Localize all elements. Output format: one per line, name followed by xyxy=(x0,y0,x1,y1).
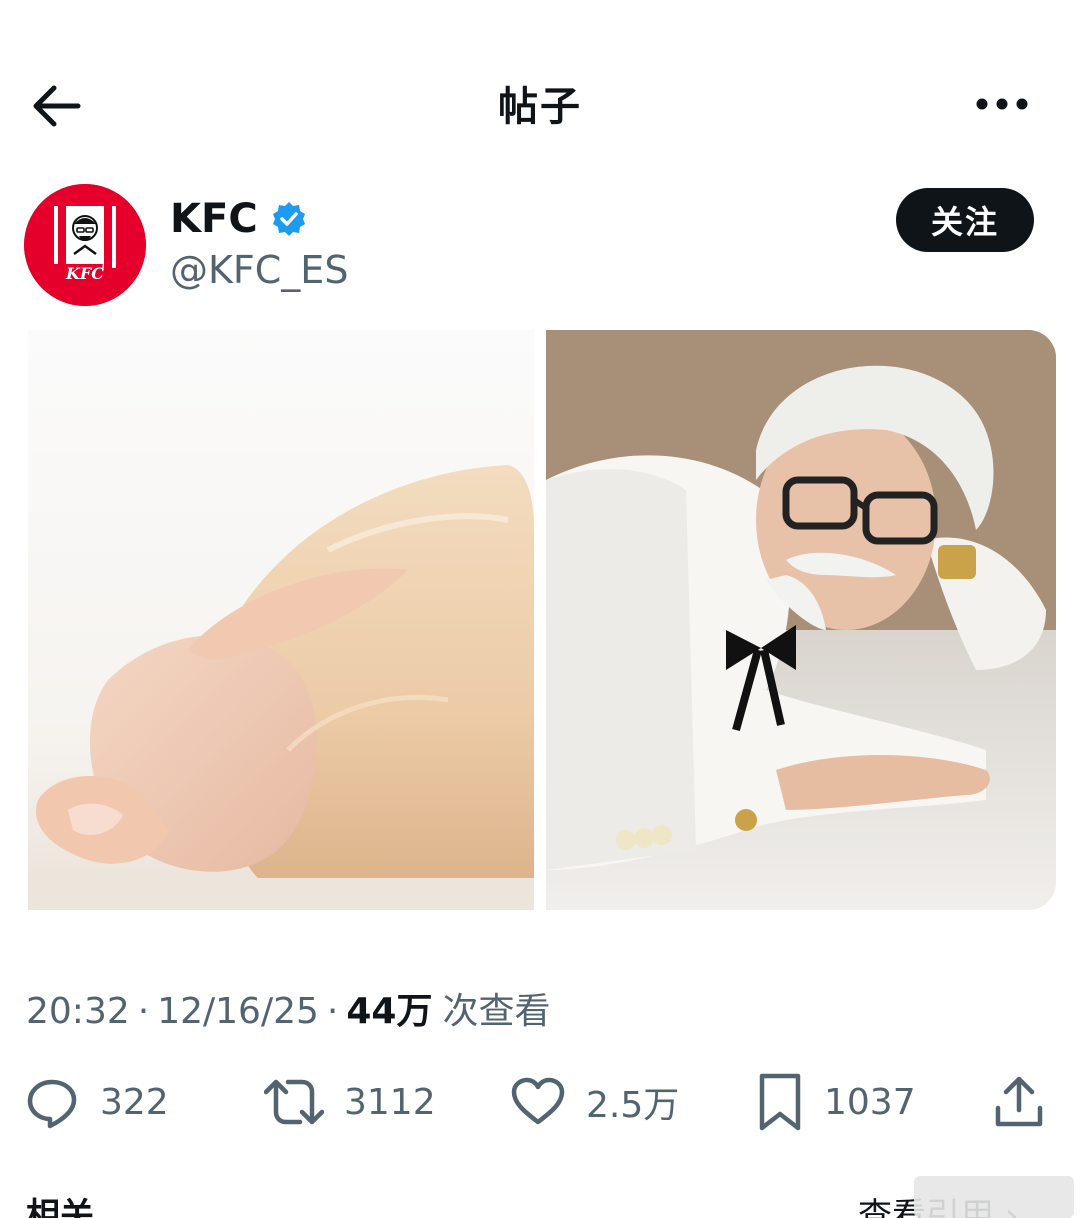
like-count: 2.5万 xyxy=(586,1085,680,1126)
bookmark-button[interactable]: 1037 xyxy=(756,1070,916,1134)
watermark-overlay xyxy=(914,1176,1074,1218)
follow-button[interactable]: 关注 xyxy=(896,188,1034,252)
more-button[interactable] xyxy=(972,84,1032,124)
author-handle[interactable]: @KFC_ES xyxy=(170,248,348,292)
action-bar: 322 3112 2.5万 1037 xyxy=(0,1070,1080,1140)
reply-button[interactable]: 322 xyxy=(24,1070,169,1134)
reply-icon xyxy=(27,1079,77,1129)
share-icon xyxy=(995,1076,1043,1127)
page-title: 帖子 xyxy=(498,84,582,130)
svg-text:KFC: KFC xyxy=(65,264,104,283)
chevron-down-icon: ⌄ xyxy=(105,1196,135,1218)
repost-button[interactable]: 3112 xyxy=(264,1070,436,1134)
post-page: 帖子 KFC KFC @KFC_ES 关注 20:32 · 12/16/25 ·… xyxy=(0,0,1080,1218)
post-image-chicken[interactable] xyxy=(28,330,534,910)
bookmark-icon xyxy=(759,1073,801,1131)
repost-count: 3112 xyxy=(344,1081,436,1123)
view-count: 44万 xyxy=(346,991,433,1032)
top-bar: 帖子 xyxy=(0,0,1080,200)
author-name-row[interactable]: KFC xyxy=(170,196,308,242)
bookmark-count: 1037 xyxy=(824,1081,916,1123)
separator-dot: · xyxy=(326,991,339,1032)
colonel-illustration xyxy=(546,330,1056,910)
related-label: 相关 xyxy=(26,1196,94,1218)
kfc-logo-icon: KFC xyxy=(24,184,146,306)
reply-count: 322 xyxy=(100,1081,169,1123)
heart-icon xyxy=(511,1077,565,1125)
post-meta: 20:32 · 12/16/25 · 44万 次查看 xyxy=(26,982,550,1034)
author-name[interactable]: KFC xyxy=(170,196,258,242)
avatar[interactable]: KFC xyxy=(24,184,146,306)
view-label: 次查看 xyxy=(442,991,551,1032)
verified-badge-icon xyxy=(270,200,308,238)
like-button[interactable]: 2.5万 xyxy=(510,1070,679,1134)
post-time[interactable]: 20:32 xyxy=(26,991,130,1032)
more-horizontal-icon xyxy=(976,98,1028,110)
separator-dot: · xyxy=(137,991,150,1032)
repost-icon xyxy=(264,1079,324,1125)
share-button[interactable] xyxy=(992,1070,1066,1134)
post-date[interactable]: 12/16/25 xyxy=(157,991,319,1032)
raw-chicken-illustration xyxy=(28,465,534,910)
related-toggle[interactable]: 相关 ⌄ xyxy=(26,1188,134,1218)
post-image-colonel[interactable] xyxy=(546,330,1056,910)
